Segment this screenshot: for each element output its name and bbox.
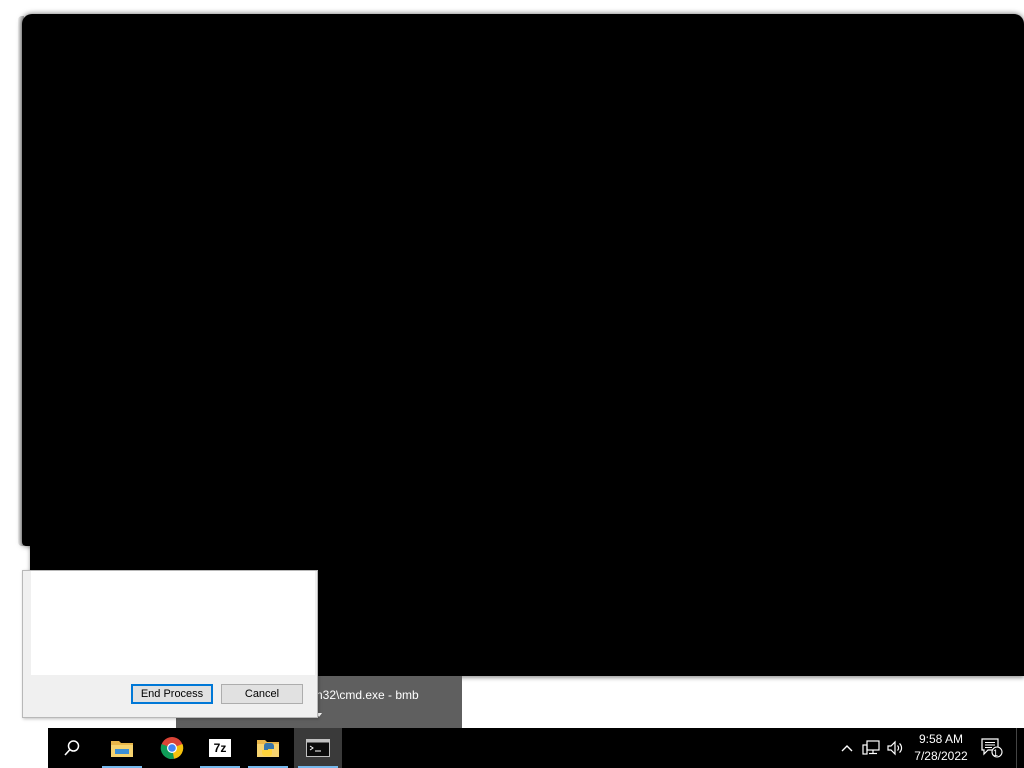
taskbar-file-explorer[interactable] (98, 728, 146, 768)
desktop: n32\cmd.exe - bmb End Process Cancel 7z … (0, 0, 1024, 768)
dialog-content (31, 571, 315, 675)
show-hidden-icons-button[interactable] (836, 728, 858, 768)
taskbar-chrome[interactable] (148, 728, 196, 768)
cancel-button[interactable]: Cancel (221, 684, 303, 704)
network-icon (862, 740, 880, 755)
end-process-button[interactable]: End Process (131, 684, 213, 704)
network-button[interactable] (860, 728, 882, 768)
7zip-icon: 7z (208, 738, 232, 758)
preview-title: n32\cmd.exe - bmb (316, 688, 419, 702)
7zip-label: 7z (213, 741, 227, 755)
notification-count-badge: 1 (993, 748, 999, 758)
taskbar-7zip[interactable]: 7z (196, 728, 244, 768)
clock-time: 9:58 AM (918, 732, 964, 746)
chevron-up-icon (841, 745, 853, 752)
cmd-icon (306, 739, 330, 757)
python-folder-icon (257, 740, 279, 757)
file-explorer-icon (111, 741, 133, 757)
clock-date: 7/28/2022 (914, 749, 968, 763)
speaker-icon (887, 740, 903, 756)
taskbar-python-folder[interactable] (244, 728, 292, 768)
notification-icon (981, 738, 1003, 758)
taskbar-cmd[interactable] (294, 728, 342, 768)
taskbar-clock[interactable]: 9:58 AM 7/28/2022 (906, 731, 976, 765)
console-window[interactable] (22, 14, 1024, 546)
search-icon (64, 740, 80, 756)
volume-button[interactable] (884, 728, 906, 768)
end-process-dialog: End Process Cancel (22, 570, 318, 718)
search-button[interactable] (48, 728, 96, 768)
chrome-icon (160, 737, 184, 760)
action-center-button[interactable]: 1 (980, 728, 1004, 768)
taskbar: 7z 9:58 AM 7/28/2022 1 (48, 728, 1024, 768)
show-desktop-button[interactable] (1016, 728, 1017, 768)
